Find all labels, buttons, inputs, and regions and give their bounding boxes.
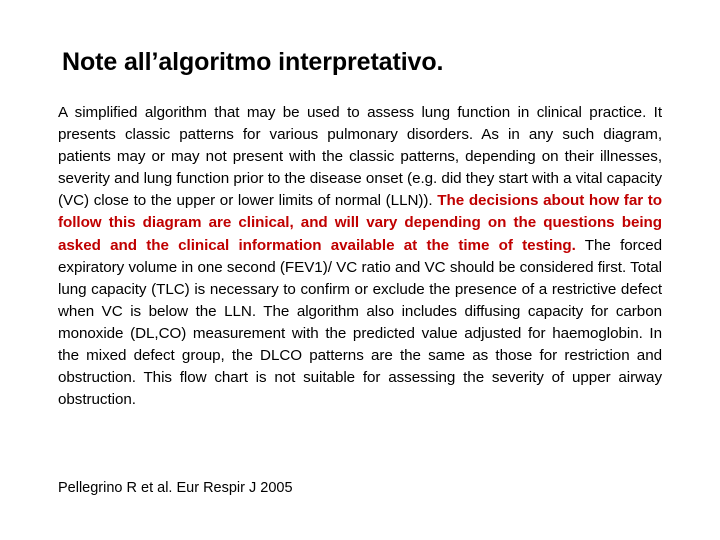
body-paragraph: A simplified algorithm that may be used … [58, 102, 662, 411]
page-title: Note all’algoritmo interpretativo. [62, 48, 444, 76]
citation-text: Pellegrino R et al. Eur Respir J 2005 [58, 480, 293, 496]
slide-canvas: Note all’algoritmo interpretativo. A sim… [0, 0, 720, 540]
body-text-block: A simplified algorithm that may be used … [58, 102, 662, 411]
body-text-segment-3: The forced expiratory volume in one seco… [58, 236, 662, 409]
